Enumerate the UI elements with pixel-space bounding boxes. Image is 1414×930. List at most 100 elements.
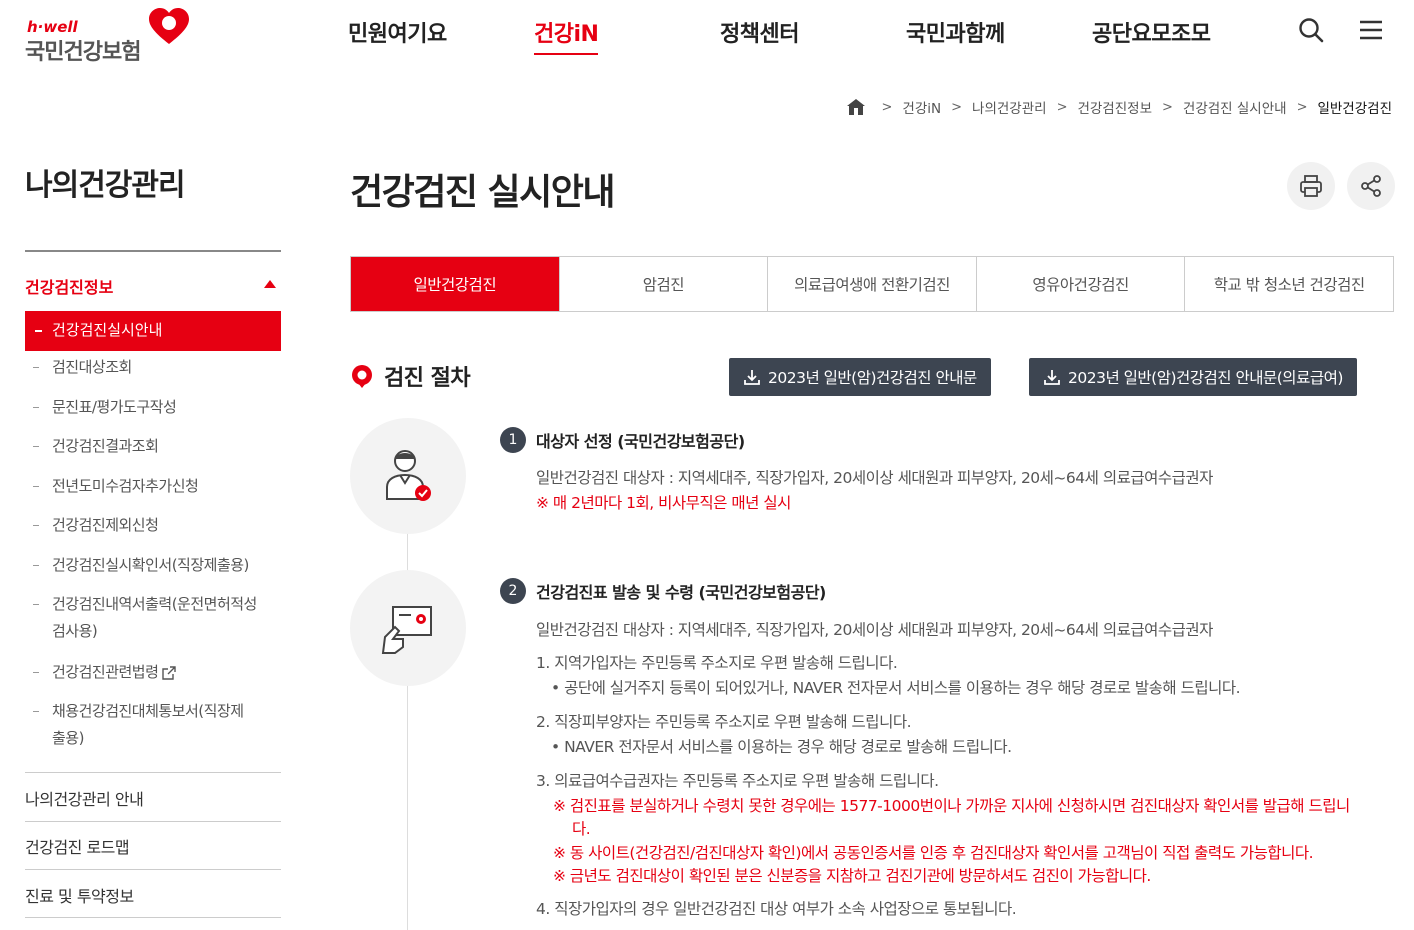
dash-icon [33,672,39,673]
section-title: 검진 절차 [384,366,471,391]
download-icon [1044,370,1060,385]
tab-youth-checkup[interactable]: 학교 밖 청소년 건강검진 [1184,257,1393,311]
tab-cancer-checkup[interactable]: 암검진 [558,257,768,311]
section-heading: 검진 절차 [350,360,471,392]
card-hand-icon [381,606,432,654]
dash-icon [33,604,39,605]
share-button[interactable] [1347,162,1395,210]
sidebar-subitem[interactable]: 건강검진관련법령 [33,659,283,686]
step-2-item-2-sub: • NAVER 전자문서 서비스를 이용하는 경우 해당 경로로 발송해 드립니… [551,738,1012,756]
step-2-item-3-note-1: ※ 검진표를 분실하거나 수령치 못한 경우에는 1577-1000번이나 가까… [553,797,1350,815]
step-2-heading: 2 건강검진표 발송 및 수령 (국민건강보험공단) [500,578,826,604]
breadcrumb-separator: > [1296,99,1308,115]
doctor-icon [386,450,431,501]
sidebar-subitem[interactable]: 전년도미수검자추가신청 [33,473,283,500]
download-guide-medical-button[interactable]: 2023년 일반(암)건강검진 안내문(의료급여) [1029,358,1357,396]
checkup-tabs: 일반건강검진 암검진 의료급여생애 전환기검진 영유아건강검진 학교 밖 청소년… [350,256,1394,312]
timeline-line [407,480,408,930]
sidebar-item-label: 건강검진실시안내 [52,321,163,339]
step-2-item-3-note-2: ※ 동 사이트(건강검진/검진대상자 확인)에서 공동인증서를 인증 후 검진대… [553,844,1314,862]
sidebar-subitem[interactable]: 채용건강검진대체통보서(직장제 출용) [33,698,283,752]
sidebar-subitem-label: 출용) [52,729,84,747]
sidebar-item-active[interactable]: 건강검진실시안내 [25,311,281,351]
breadcrumb-separator: > [1056,99,1068,115]
sidebar-subitem[interactable]: 검진대상조회 [33,354,283,381]
sidebar-divider [25,821,281,822]
step-2-item-4: 4. 직장가입자의 경우 일반건강검진 대상 여부가 소속 사업장으로 통보됩니… [536,900,1017,918]
dash-icon [33,367,39,368]
site-logo[interactable]: h·well 국민건강보험 [25,8,195,65]
tab-general-checkup[interactable]: 일반건강검진 [351,257,559,311]
pin-icon [352,365,372,388]
breadcrumb-item[interactable]: 건강iN [902,97,941,117]
dash-icon [35,329,42,332]
print-icon [1300,175,1322,197]
print-button[interactable] [1287,162,1335,210]
sidebar-divider [25,917,281,918]
sidebar-subitem-label: 문진표/평가도구작성 [52,398,177,416]
sidebar-subitem-label: 건강검진내역서출력(운전면허적성 [52,595,257,613]
download-guide-medical-label: 2023년 일반(암)건강검진 안내문(의료급여) [1068,369,1343,387]
external-link-icon [162,665,177,680]
gnb-item-about[interactable]: 공단요모조모 [1092,16,1211,48]
gnb-item-minwon[interactable]: 민원여기요 [348,16,447,48]
gnb-item-health-in[interactable]: 건강iN [534,16,599,55]
breadcrumb-item[interactable]: 건강검진 실시안내 [1183,97,1287,117]
sidebar-subitem[interactable]: 건강검진실시확인서(직장제출용) [33,552,283,579]
breadcrumb-current: 일반건강검진 [1317,101,1392,117]
sidebar-subitem-label: 건강검진관련법령 [52,663,159,681]
dash-icon [33,711,39,712]
download-guide-label: 2023년 일반(암)건강검진 안내문 [768,369,977,387]
breadcrumb: > 건강iN > 나의건강관리 > 건강검진정보 > 건강검진 실시안내 > 일… [846,97,1392,117]
gnb-item-policy[interactable]: 정책센터 [720,16,799,48]
step-2-item-3: 3. 의료급여수급권자는 주민등록 주소지로 우편 발송해 드립니다. [536,772,939,790]
sidebar-subitem-label: 전년도미수검자추가신청 [52,477,199,495]
sidebar-subitem-label: 검진대상조회 [52,358,132,376]
step-number: 2 [500,578,526,604]
search-icon[interactable] [1297,16,1325,44]
sidebar-divider [25,869,281,870]
download-guide-button[interactable]: 2023년 일반(암)건강검진 안내문 [729,358,991,396]
sidebar-divider [25,772,281,773]
dash-icon [33,446,39,447]
download-icon [744,370,760,385]
sidebar-section-toggle[interactable]: 건강검진정보 [25,274,281,298]
breadcrumb-item[interactable]: 나의건강관리 [972,97,1047,117]
menu-icon[interactable] [1357,16,1385,44]
sidebar-subitem[interactable]: 문진표/평가도구작성 [33,394,283,421]
gnb-item-together[interactable]: 국민과함께 [906,16,1005,48]
tab-life-transition-checkup[interactable]: 의료급여생애 전환기검진 [767,257,976,311]
step-2-item-3-note-1-cont: 다. [572,820,591,838]
step-2-description: 일반건강검진 대상자 : 지역세대주, 직장가입자, 20세이상 세대원과 피부… [536,621,1213,639]
sidebar-subitem[interactable]: 건강검진제외신청 [33,512,283,539]
sidebar-subitem[interactable]: 건강검진결과조회 [33,433,283,460]
step-title: 건강검진표 발송 및 수령 (국민건강보험공단) [536,583,826,602]
step-2-item-3-note-3: ※ 금년도 검진대상이 확인된 분은 신분증을 지참하고 검진기관에 방문하셔도… [553,867,1151,885]
breadcrumb-separator: > [881,99,893,115]
sidebar-divider [25,250,281,252]
sidebar-subitem-label: 검사용) [52,622,98,640]
share-icon [1361,175,1381,197]
step-2-icon [350,570,466,686]
dash-icon [33,407,39,408]
sidebar-item-roadmap[interactable]: 건강검진 로드맵 [25,834,281,858]
sidebar-item-treatment[interactable]: 진료 및 투약정보 [25,883,281,907]
breadcrumb-item[interactable]: 건강검진정보 [1077,97,1152,117]
step-1-heading: 1 대상자 선정 (국민건강보험공단) [500,427,745,453]
sidebar-subitem[interactable]: 건강검진내역서출력(운전면허적성검사용) [33,591,283,645]
logo-kor: 국민건강보험 [25,40,141,65]
sidebar-subitem-label: 건강검진결과조회 [52,437,159,455]
sidebar-item-health-guide[interactable]: 나의건강관리 안내 [25,786,281,810]
tab-infant-checkup[interactable]: 영유아건강검진 [975,257,1185,311]
step-2-item-1: 1. 지역가입자는 주민등록 주소지로 우편 발송해 드립니다. [536,654,898,672]
dash-icon [33,486,39,487]
home-icon[interactable] [846,98,866,116]
step-1-description: 일반건강검진 대상자 : 지역세대주, 직장가입자, 20세이상 세대원과 피부… [536,469,1213,487]
step-title: 대상자 선정 (국민건강보험공단) [536,432,745,451]
step-2-item-2: 2. 직장피부양자는 주민등록 주소지로 우편 발송해 드립니다. [536,713,912,731]
step-1-icon [350,418,466,534]
step-1-note: ※ 매 2년마다 1회, 비사무직은 매년 실시 [536,494,791,512]
page-title: 건강검진 실시안내 [350,172,616,213]
sidebar-subitem-label: 건강검진실시확인서(직장제출용) [52,556,249,574]
breadcrumb-separator: > [951,99,963,115]
